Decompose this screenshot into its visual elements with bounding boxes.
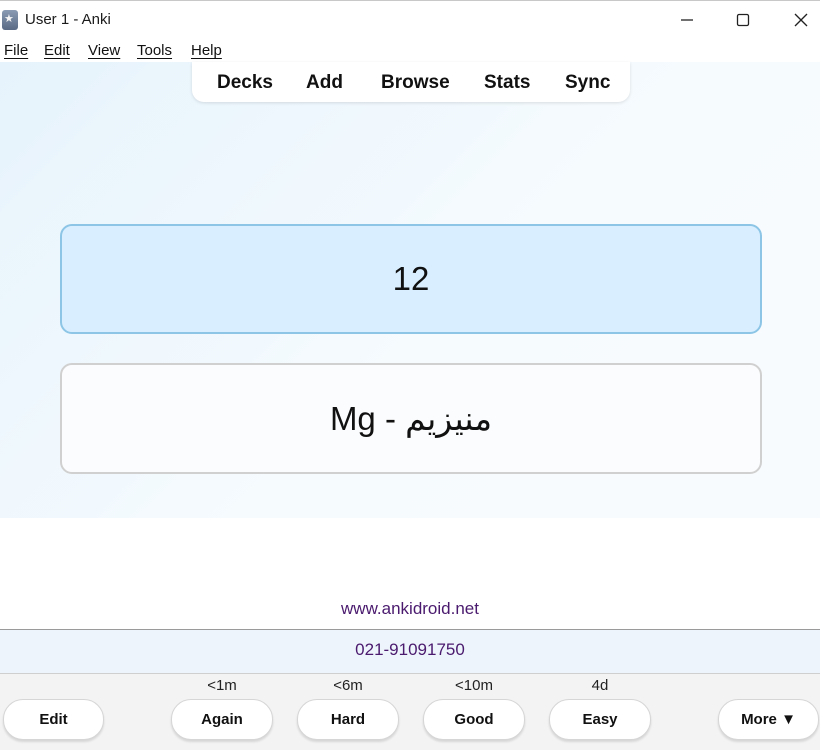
hard-button[interactable]: Hard: [297, 699, 399, 740]
toolbar-add[interactable]: Add: [306, 72, 343, 94]
menu-file[interactable]: File: [4, 42, 28, 59]
website-link[interactable]: www.ankidroid.net: [0, 599, 820, 619]
close-icon: [794, 13, 808, 27]
minimize-button[interactable]: [664, 1, 710, 39]
maximize-icon: [736, 13, 750, 27]
menu-view[interactable]: View: [88, 42, 120, 59]
toolbar-decks[interactable]: Decks: [217, 72, 273, 94]
title-bar: User 1 - Anki: [0, 0, 820, 38]
phone-number: 021-91091750: [355, 640, 465, 659]
good-button[interactable]: Good: [423, 699, 525, 740]
card-answer: Mg - منيزيم: [60, 363, 762, 474]
menu-edit[interactable]: Edit: [44, 42, 70, 59]
interval-good: <10m: [455, 677, 493, 694]
top-toolbar: Decks Add Browse Stats Sync: [192, 62, 630, 102]
interval-hard: <6m: [333, 677, 363, 694]
more-button[interactable]: More ▼: [718, 699, 819, 740]
again-button[interactable]: Again: [171, 699, 273, 740]
maximize-button[interactable]: [720, 1, 766, 39]
toolbar-browse[interactable]: Browse: [381, 72, 450, 94]
easy-button[interactable]: Easy: [549, 699, 651, 740]
card-question: 12: [60, 224, 762, 334]
answer-bar: [0, 674, 820, 750]
toolbar-stats[interactable]: Stats: [484, 72, 530, 94]
menu-bar: File Edit View Tools Help: [0, 38, 820, 62]
menu-help[interactable]: Help: [191, 42, 222, 59]
minimize-icon: [681, 19, 693, 21]
close-button[interactable]: [778, 1, 820, 39]
menu-tools[interactable]: Tools: [137, 42, 172, 59]
anki-app-icon: [2, 10, 18, 30]
edit-button[interactable]: Edit: [3, 699, 104, 740]
interval-again: <1m: [207, 677, 237, 694]
window-title: User 1 - Anki: [25, 11, 111, 28]
interval-easy: 4d: [591, 677, 609, 694]
reviewer-area: Decks Add Browse Stats Sync 12 Mg - منيز…: [0, 62, 820, 518]
toolbar-sync[interactable]: Sync: [565, 72, 610, 94]
